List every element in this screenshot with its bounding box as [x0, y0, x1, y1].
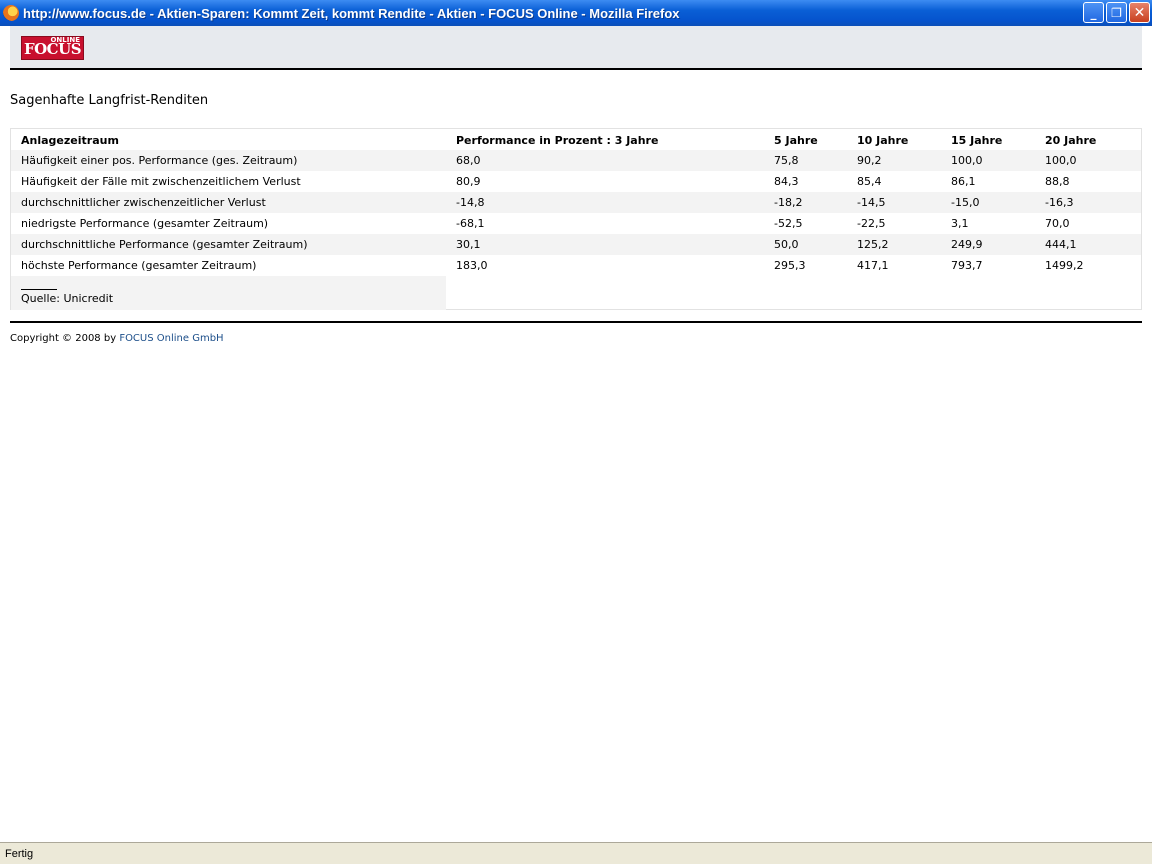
site-header: FOCUS ONLINE	[10, 26, 1142, 70]
table-cell: 3,1	[951, 217, 969, 230]
table-cell: 30,1	[446, 234, 764, 255]
source-text: Quelle: Unicredit	[21, 292, 114, 305]
table-cell: höchste Performance (gesamter Zeitraum)	[21, 259, 257, 272]
copyright-text: Copyright © 2008 by	[10, 333, 117, 344]
focus-online-logo[interactable]: FOCUS ONLINE	[21, 36, 84, 60]
table-cell: 88,8	[1045, 175, 1070, 188]
table-cell: 295,3	[774, 259, 806, 272]
table-cell: 80,9	[456, 175, 481, 188]
article-title: Sagenhafte Langfrist-Renditen	[10, 93, 209, 108]
column-header: Anlagezeitraum	[21, 133, 119, 147]
table-cell: -15,0	[941, 192, 1035, 213]
table-cell: 444,1	[1035, 234, 1141, 255]
table-row: Häufigkeit der Fälle mit zwischenzeitlic…	[11, 171, 1141, 192]
logo-subtext: ONLINE	[50, 36, 80, 44]
restore-button[interactable]: ❐	[1106, 2, 1127, 23]
table-cell: 84,3	[774, 175, 799, 188]
window-controls: _ ❐ ✕	[1083, 2, 1150, 23]
column-header: 5 Jahre	[774, 133, 818, 147]
table-cell: -68,1	[456, 217, 485, 230]
table-cell: 793,7	[951, 259, 983, 272]
performance-table: Anlagezeitraum Performance in Prozent : …	[11, 129, 1141, 276]
table-cell: 75,8	[764, 150, 847, 171]
table-cell: durchschnittliche Performance (gesamter …	[11, 234, 446, 255]
table-cell: -22,5	[857, 217, 886, 230]
table-source-note: Quelle: Unicredit	[11, 276, 446, 310]
table-cell: 100,0	[941, 150, 1035, 171]
source-divider	[21, 289, 57, 290]
column-header: 15 Jahre	[951, 133, 1003, 147]
footer-divider	[10, 321, 1142, 323]
copyright-notice: Copyright © 2008 by FOCUS Online GmbH	[10, 333, 224, 344]
table-cell: 90,2	[847, 150, 941, 171]
table-cell: 183,0	[456, 259, 488, 272]
table-row: durchschnittlicher zwischenzeitlicher Ve…	[11, 192, 1141, 213]
table-cell: -14,8	[446, 192, 764, 213]
table-cell: 417,1	[857, 259, 889, 272]
table-cell: 86,1	[951, 175, 976, 188]
column-header: Performance in Prozent : 3 Jahre	[456, 133, 659, 147]
minimize-button[interactable]: _	[1083, 2, 1104, 23]
table-cell: Häufigkeit einer pos. Performance (ges. …	[11, 150, 446, 171]
table-cell: 50,0	[764, 234, 847, 255]
status-bar: Fertig	[0, 842, 1152, 864]
table-cell: Häufigkeit der Fälle mit zwischenzeitlic…	[21, 175, 301, 188]
table-cell: niedrigste Performance (gesamter Zeitrau…	[21, 217, 269, 230]
table-cell: 1499,2	[1045, 259, 1084, 272]
window-title: http://www.focus.de - Aktien-Sparen: Kom…	[23, 5, 680, 21]
status-text: Fertig	[5, 847, 34, 860]
table-cell: -52,5	[774, 217, 803, 230]
table-cell: -18,2	[764, 192, 847, 213]
table-header-row: Anlagezeitraum Performance in Prozent : …	[11, 129, 1141, 150]
table-cell: 100,0	[1035, 150, 1141, 171]
table-cell: -14,5	[847, 192, 941, 213]
table-cell: 125,2	[847, 234, 941, 255]
table-cell: durchschnittlicher zwischenzeitlicher Ve…	[11, 192, 446, 213]
copyright-link[interactable]: FOCUS Online GmbH	[119, 333, 223, 344]
table-cell: 70,0	[1045, 217, 1070, 230]
performance-table-container: Anlagezeitraum Performance in Prozent : …	[10, 128, 1142, 310]
table-row: Häufigkeit einer pos. Performance (ges. …	[11, 150, 1141, 171]
column-header: 10 Jahre	[857, 133, 909, 147]
firefox-icon	[3, 5, 19, 21]
table-cell: 85,4	[857, 175, 882, 188]
window-title-bar: http://www.focus.de - Aktien-Sparen: Kom…	[0, 0, 1152, 26]
table-row: höchste Performance (gesamter Zeitraum) …	[11, 255, 1141, 276]
table-cell: -16,3	[1035, 192, 1141, 213]
table-cell: 68,0	[446, 150, 764, 171]
close-button[interactable]: ✕	[1129, 2, 1150, 23]
table-cell: 249,9	[941, 234, 1035, 255]
page-content: FOCUS ONLINE Sagenhafte Langfrist-Rendit…	[0, 26, 1152, 842]
table-row: durchschnittliche Performance (gesamter …	[11, 234, 1141, 255]
column-header: 20 Jahre	[1045, 133, 1097, 147]
table-row: niedrigste Performance (gesamter Zeitrau…	[11, 213, 1141, 234]
